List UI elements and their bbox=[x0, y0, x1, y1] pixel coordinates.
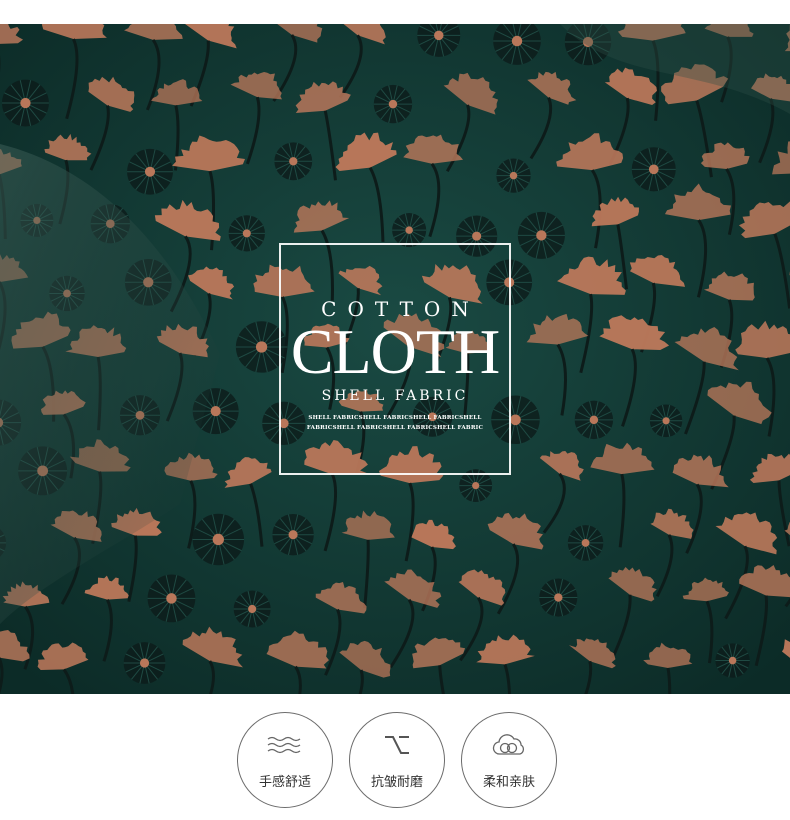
title-small-repeat: SHELL FABRICSHELL FABRICSHELL FABRICSHEL… bbox=[306, 415, 484, 431]
feature-label: 抗皱耐磨 bbox=[370, 775, 423, 790]
feature-label: 柔和亲肤 bbox=[482, 775, 535, 790]
title-shell-fabric: SHELL FABRIC bbox=[321, 388, 469, 404]
wave-lines-icon bbox=[267, 736, 301, 754]
feature-wrinkle-resistant: 抗皱耐磨 bbox=[349, 712, 445, 808]
title-frame: COTTON CLOTH SHELL FABRIC SHELL FABRICSH… bbox=[279, 243, 511, 475]
feature-comfortable: 手感舒适 bbox=[237, 712, 333, 808]
title-cloth: CLOTH bbox=[290, 316, 500, 387]
feature-list: 手感舒适 抗皱耐磨 柔和亲肤 bbox=[0, 700, 790, 820]
crease-resistant-icon bbox=[385, 736, 409, 754]
cloud-icon bbox=[492, 734, 525, 755]
feature-skin-friendly: 柔和亲肤 bbox=[461, 712, 557, 808]
feature-label: 手感舒适 bbox=[258, 775, 311, 790]
